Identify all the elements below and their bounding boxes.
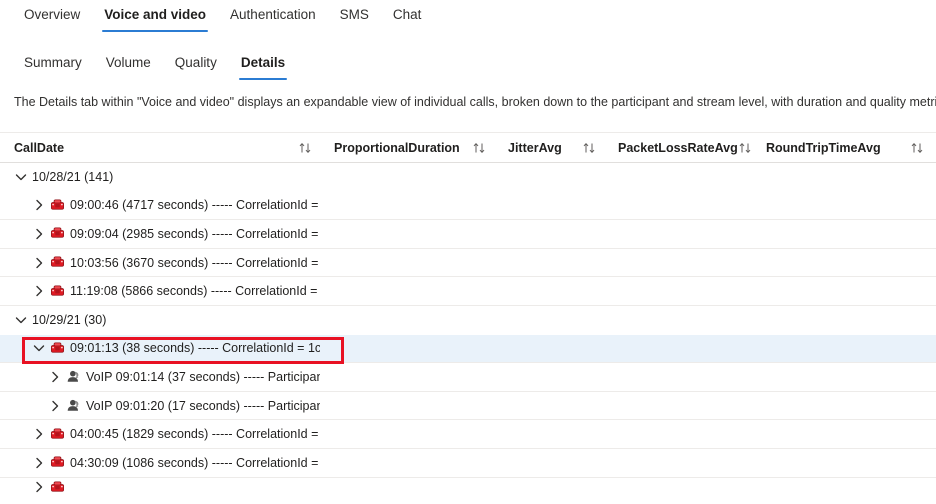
table-header-row: CallDate ProportionalDuration JitterAvg xyxy=(0,133,936,163)
sort-updown-icon[interactable] xyxy=(582,141,596,155)
sort-updown-icon[interactable] xyxy=(910,141,924,155)
chevron-down-icon[interactable] xyxy=(14,313,28,327)
telephone-icon xyxy=(50,226,65,241)
cell-calldate: 09:00:46 (4717 seconds) ----- Correlatio… xyxy=(0,198,320,213)
calls-table: CallDate ProportionalDuration JitterAvg xyxy=(0,132,936,497)
chevron-right-icon[interactable] xyxy=(32,480,46,494)
telephone-icon xyxy=(50,255,65,270)
column-header-jitteravg[interactable]: JitterAvg xyxy=(494,141,604,155)
cell-calldate: 09:09:04 (2985 seconds) ----- Correlatio… xyxy=(0,226,320,241)
row-label: 11:19:08 (5866 seconds) ----- Correlatio… xyxy=(70,284,320,299)
tab-overview-label: Overview xyxy=(24,7,81,22)
column-header-packetlossrateavg-label: PacketLossRateAvg xyxy=(618,140,738,155)
telephone-icon xyxy=(50,341,65,356)
sort-updown-icon[interactable] xyxy=(738,141,752,155)
cell-calldate: 04:00:45 (1829 seconds) ----- Correlatio… xyxy=(0,427,320,442)
column-header-roundtriptimeavg-label: RoundTripTimeAvg xyxy=(766,140,881,155)
subtab-volume-label: Volume xyxy=(105,55,151,70)
table-row[interactable]: 10:03:56 (3670 seconds) ----- Correlatio… xyxy=(0,249,936,278)
tab-overview[interactable]: Overview xyxy=(12,0,92,34)
column-header-proportionalduration-label: ProportionalDuration xyxy=(334,140,460,155)
table-row[interactable]: 04:30:09 (1086 seconds) ----- Correlatio… xyxy=(0,449,936,478)
subtab-quality[interactable]: Quality xyxy=(163,50,229,82)
row-label: 09:00:46 (4717 seconds) ----- Correlatio… xyxy=(70,198,320,213)
tab-sms[interactable]: SMS xyxy=(328,0,381,34)
chevron-right-icon[interactable] xyxy=(48,399,62,413)
table-row[interactable]: 09:01:13 (38 seconds) ----- CorrelationI… xyxy=(0,334,936,364)
telephone-icon xyxy=(50,480,65,495)
table-row[interactable]: 11:19:08 (5866 seconds) ----- Correlatio… xyxy=(0,277,936,306)
tab-chat[interactable]: Chat xyxy=(381,0,434,34)
tab-voice-and-video[interactable]: Voice and video xyxy=(92,0,218,34)
cell-calldate: VoIP 09:01:20 (17 seconds) ----- Partici… xyxy=(0,398,320,413)
table-row[interactable]: VoIP 09:01:20 (17 seconds) ----- Partici… xyxy=(0,392,936,421)
cell-calldate: 10:03:56 (3670 seconds) ----- Correlatio… xyxy=(0,255,320,270)
row-label: 04:30:09 (1086 seconds) ----- Correlatio… xyxy=(70,455,320,470)
tab-authentication[interactable]: Authentication xyxy=(218,0,328,34)
participant-icon xyxy=(66,398,81,413)
row-label: 09:01:13 (38 seconds) ----- CorrelationI… xyxy=(70,341,320,356)
sort-updown-icon[interactable] xyxy=(472,141,486,155)
main-tab-bar: Overview Voice and video Authentication … xyxy=(0,0,936,36)
chevron-down-icon[interactable] xyxy=(32,341,46,355)
chevron-down-icon[interactable] xyxy=(14,170,28,184)
telephone-icon xyxy=(50,284,65,299)
tab-sms-label: SMS xyxy=(339,7,369,22)
subtab-volume[interactable]: Volume xyxy=(94,50,163,82)
column-header-packetlossrateavg[interactable]: PacketLossRateAvg xyxy=(604,141,752,155)
row-label: VoIP 09:01:20 (17 seconds) ----- Partici… xyxy=(86,398,320,413)
chevron-right-icon[interactable] xyxy=(48,370,62,384)
tab-authentication-label: Authentication xyxy=(230,7,316,22)
subtab-summary-label: Summary xyxy=(24,55,82,70)
telephone-icon xyxy=(50,427,65,442)
subtab-details-label: Details xyxy=(240,55,286,70)
chevron-right-icon[interactable] xyxy=(32,198,46,212)
cell-calldate: 10/28/21 (141) xyxy=(0,170,320,184)
subtab-quality-label: Quality xyxy=(174,55,217,70)
chevron-right-icon[interactable] xyxy=(32,227,46,241)
cell-calldate xyxy=(0,480,320,495)
subtab-summary[interactable]: Summary xyxy=(12,50,94,82)
table-row[interactable]: 09:00:46 (4717 seconds) ----- Correlatio… xyxy=(0,192,936,221)
cell-calldate: 09:01:13 (38 seconds) ----- CorrelationI… xyxy=(0,341,320,356)
details-description: The Details tab within "Voice and video"… xyxy=(14,95,936,109)
table-row[interactable]: 04:00:45 (1829 seconds) ----- Correlatio… xyxy=(0,420,936,449)
subtab-details[interactable]: Details xyxy=(229,50,297,82)
cell-calldate: 04:30:09 (1086 seconds) ----- Correlatio… xyxy=(0,455,320,470)
column-header-jitteravg-label: JitterAvg xyxy=(508,140,562,155)
table-body: 10/28/21 (141) 09:00:46 (4717 seconds) --… xyxy=(0,163,936,497)
chevron-right-icon[interactable] xyxy=(32,256,46,270)
row-label: 10/29/21 (30) xyxy=(32,313,107,328)
participant-icon xyxy=(66,369,81,384)
row-label: 10:03:56 (3670 seconds) ----- Correlatio… xyxy=(70,255,320,270)
row-label: 04:00:45 (1829 seconds) ----- Correlatio… xyxy=(70,427,320,442)
table-row[interactable]: VoIP 09:01:14 (37 seconds) ----- Partici… xyxy=(0,363,936,392)
cell-calldate: 10/29/21 (30) xyxy=(0,313,320,327)
table-row[interactable]: 10/28/21 (141) xyxy=(0,163,936,192)
table-row[interactable]: 10/29/21 (30) xyxy=(0,306,936,335)
tab-chat-label: Chat xyxy=(392,7,422,22)
column-header-roundtriptimeavg[interactable]: RoundTripTimeAvg xyxy=(752,141,932,155)
chevron-right-icon[interactable] xyxy=(32,284,46,298)
cell-calldate: 11:19:08 (5866 seconds) ----- Correlatio… xyxy=(0,284,320,299)
chevron-right-icon[interactable] xyxy=(32,427,46,441)
table-row[interactable]: 09:09:04 (2985 seconds) ----- Correlatio… xyxy=(0,220,936,249)
table-row[interactable] xyxy=(0,478,936,497)
row-label: 09:09:04 (2985 seconds) ----- Correlatio… xyxy=(70,226,320,241)
tab-voice-and-video-label: Voice and video xyxy=(104,7,207,22)
sort-updown-icon[interactable] xyxy=(298,141,312,155)
chevron-right-icon[interactable] xyxy=(32,456,46,470)
telephone-icon xyxy=(50,455,65,470)
cell-calldate: VoIP 09:01:14 (37 seconds) ----- Partici… xyxy=(0,369,320,384)
telephone-icon xyxy=(50,198,65,213)
sub-tab-bar: Summary Volume Quality Details xyxy=(0,50,936,84)
column-header-proportionalduration[interactable]: ProportionalDuration xyxy=(320,141,494,155)
row-label: VoIP 09:01:14 (37 seconds) ----- Partici… xyxy=(86,369,320,384)
row-label: 10/28/21 (141) xyxy=(32,170,114,185)
column-header-calldate-label: CallDate xyxy=(14,140,65,155)
column-header-calldate[interactable]: CallDate xyxy=(0,141,320,155)
